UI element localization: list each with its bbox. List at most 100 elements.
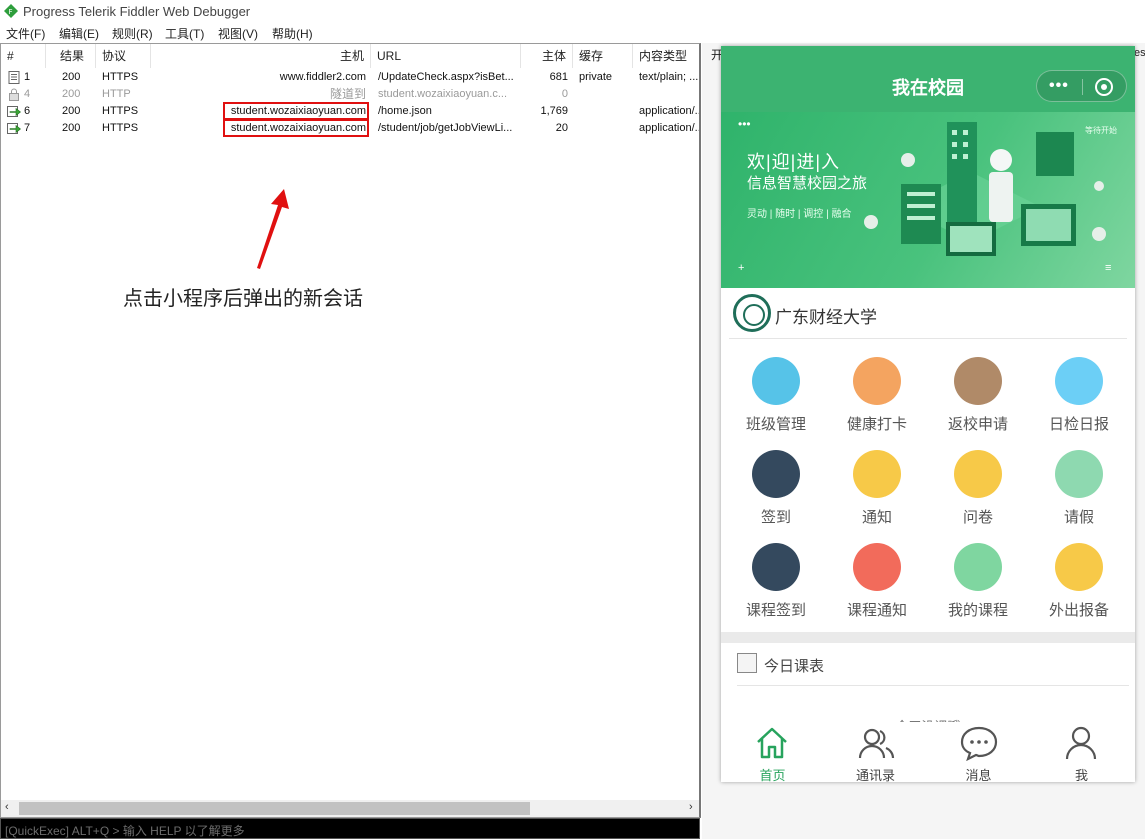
grid-item-course-signin[interactable]: 课程签到 (726, 543, 826, 628)
column-header-host[interactable]: 主机 (151, 44, 371, 68)
user-icon (1065, 726, 1097, 760)
tab-me[interactable]: 我 (1030, 722, 1133, 782)
grid-item-label: 课程签到 (745, 602, 806, 619)
session-url: student.wozaixiaoyuan.c... (378, 88, 508, 100)
annotation-arrow-icon (257, 189, 289, 269)
banner-menu-icon: ≡ (1105, 262, 1112, 274)
session-result: 200 (62, 122, 81, 134)
session-content-type: text/plain; ... (639, 71, 699, 83)
session-body: 0 (561, 88, 568, 100)
school-logo (733, 294, 771, 332)
grid-item-label: 我的课程 (947, 602, 1008, 619)
location-pin-icon (752, 450, 800, 498)
grid-item-health-checkin[interactable]: 健康打卡 (827, 357, 927, 442)
quickexec-placeholder: [QuickExec] ALT+Q > 输入 HELP 以了解更多 (5, 824, 245, 838)
session-host: 隧道到 (329, 87, 366, 101)
banner-tagline: 灵动 | 随时 | 调控 | 融合 (747, 209, 852, 220)
column-header-protocol[interactable]: 协议 (96, 44, 151, 68)
grid-item-daily-report[interactable]: 日检日报 (1029, 357, 1129, 442)
session-list[interactable]: # 结果 协议 主机 URL 主体 缓存 内容类型 1 200 HTTPS ww… (0, 43, 701, 818)
session-result: 200 (62, 105, 81, 117)
session-host: www.fiddler2.com (279, 71, 366, 83)
nav-bar: 我在校园 ••• (721, 46, 1135, 112)
capsule-menu[interactable]: ••• (1036, 70, 1127, 102)
miniprogram-window: 我在校园 ••• ••• 等待开始 欢|迎|进|入 信息智慧校园之旅 灵动 | … (721, 46, 1135, 782)
session-id: 1 (24, 71, 31, 83)
message-icon (960, 726, 998, 761)
menu-file[interactable]: 文件(F) (6, 25, 45, 42)
menu-bar: 文件(F) 编辑(E) 规则(R) 工具(T) 视图(V) 帮助(H) (0, 22, 1145, 42)
school-name: 广东财经大学 (775, 308, 877, 327)
grid-item-label: 问卷 (962, 509, 993, 526)
quickexec-input[interactable]: [QuickExec] ALT+Q > 输入 HELP 以了解更多 (0, 818, 700, 839)
session-row[interactable]: 4 200 HTTP 隧道到 student.wozaixiaoyuan.c..… (1, 86, 699, 103)
campus-illustration (864, 122, 1106, 256)
session-url: /home.json (378, 105, 432, 117)
session-protocol: HTTP (102, 88, 131, 100)
megaphone-icon (853, 450, 901, 498)
close-target-icon[interactable] (1095, 78, 1113, 96)
grid-item-return-application[interactable]: 返校申请 (928, 357, 1028, 442)
column-header-content-type[interactable]: 内容类型 (633, 44, 699, 68)
horizontal-scrollbar[interactable]: ‹ › (1, 800, 699, 817)
title-bar: F Progress Telerik Fiddler Web Debugger (0, 0, 1145, 22)
menu-rules[interactable]: 规则(R) (112, 25, 153, 42)
session-url: /student/job/getJobViewLi... (378, 122, 513, 134)
column-header-caching[interactable]: 缓存 (573, 44, 633, 68)
annotation-text: 点击小程序后弹出的新会话 (123, 288, 363, 310)
classroom-icon (752, 357, 800, 405)
banner-corner-text: 等待开始 (1085, 126, 1117, 135)
teacher-icon (853, 543, 901, 591)
session-url: /UpdateCheck.aspx?isBet... (378, 71, 514, 83)
menu-view[interactable]: 视图(V) (218, 25, 258, 42)
session-body: 1,769 (540, 105, 568, 117)
session-protocol: HTTPS (102, 71, 139, 83)
json-arrow-icon (7, 123, 21, 134)
grid-item-leave[interactable]: 请假 (1029, 450, 1129, 535)
column-header-body[interactable]: 主体 (521, 44, 573, 68)
banner[interactable]: ••• 等待开始 欢|迎|进|入 信息智慧校园之旅 灵动 | 随时 | 调控 |… (721, 112, 1135, 288)
grid-item-sign-in[interactable]: 签到 (726, 450, 826, 535)
grid-item-course-notice[interactable]: 课程通知 (827, 543, 927, 628)
host-highlight-box (223, 102, 369, 120)
tab-contacts[interactable]: 通讯录 (824, 722, 927, 782)
scrollbar-thumb[interactable] (19, 802, 530, 815)
capsule-divider (1082, 79, 1083, 95)
grid-item-my-courses[interactable]: 我的课程 (928, 543, 1028, 628)
survey-icon (954, 450, 1002, 498)
grid-item-survey[interactable]: 问卷 (928, 450, 1028, 535)
grid-item-label: 签到 (760, 509, 791, 526)
grid-item-label: 课程通知 (846, 602, 907, 619)
more-dots-icon[interactable]: ••• (1049, 77, 1069, 95)
grid-item-label: 日检日报 (1048, 416, 1109, 433)
walker-icon (1055, 543, 1103, 591)
tab-messages[interactable]: 消息 (927, 722, 1030, 782)
grid-item-class-management[interactable]: 班级管理 (726, 357, 826, 442)
divider (729, 338, 1127, 339)
health-clipboard-icon (853, 357, 901, 405)
session-row[interactable]: 1 200 HTTPS www.fiddler2.com /UpdateChec… (1, 69, 699, 86)
menu-tools[interactable]: 工具(T) (165, 25, 204, 42)
column-header-url[interactable]: URL (371, 44, 521, 68)
column-header-id[interactable]: # (1, 44, 46, 68)
grid-item-notice[interactable]: 通知 (827, 450, 927, 535)
session-result: 200 (62, 71, 81, 83)
grid-item-label: 健康打卡 (846, 416, 907, 433)
session-body: 20 (555, 122, 568, 134)
thermometer-icon (1055, 357, 1103, 405)
grid-item-outing-report[interactable]: 外出报备 (1029, 543, 1129, 628)
scroll-right-icon[interactable]: › (689, 801, 693, 813)
scroll-left-icon[interactable]: ‹ (5, 801, 9, 813)
bus-icon (954, 357, 1002, 405)
tab-home[interactable]: 首页 (721, 722, 824, 782)
tab-label: 我 (1074, 768, 1088, 782)
grid-item-label: 外出报备 (1048, 602, 1109, 619)
column-header-result[interactable]: 结果 (46, 44, 96, 68)
schedule-header[interactable]: 今日课表 (721, 643, 1135, 687)
session-id: 7 (24, 122, 31, 134)
document-icon (8, 71, 20, 84)
section-separator (721, 632, 1135, 643)
menu-edit[interactable]: 编辑(E) (59, 25, 99, 42)
menu-help[interactable]: 帮助(H) (272, 25, 313, 42)
inspector-edge-text: est (1134, 47, 1145, 59)
